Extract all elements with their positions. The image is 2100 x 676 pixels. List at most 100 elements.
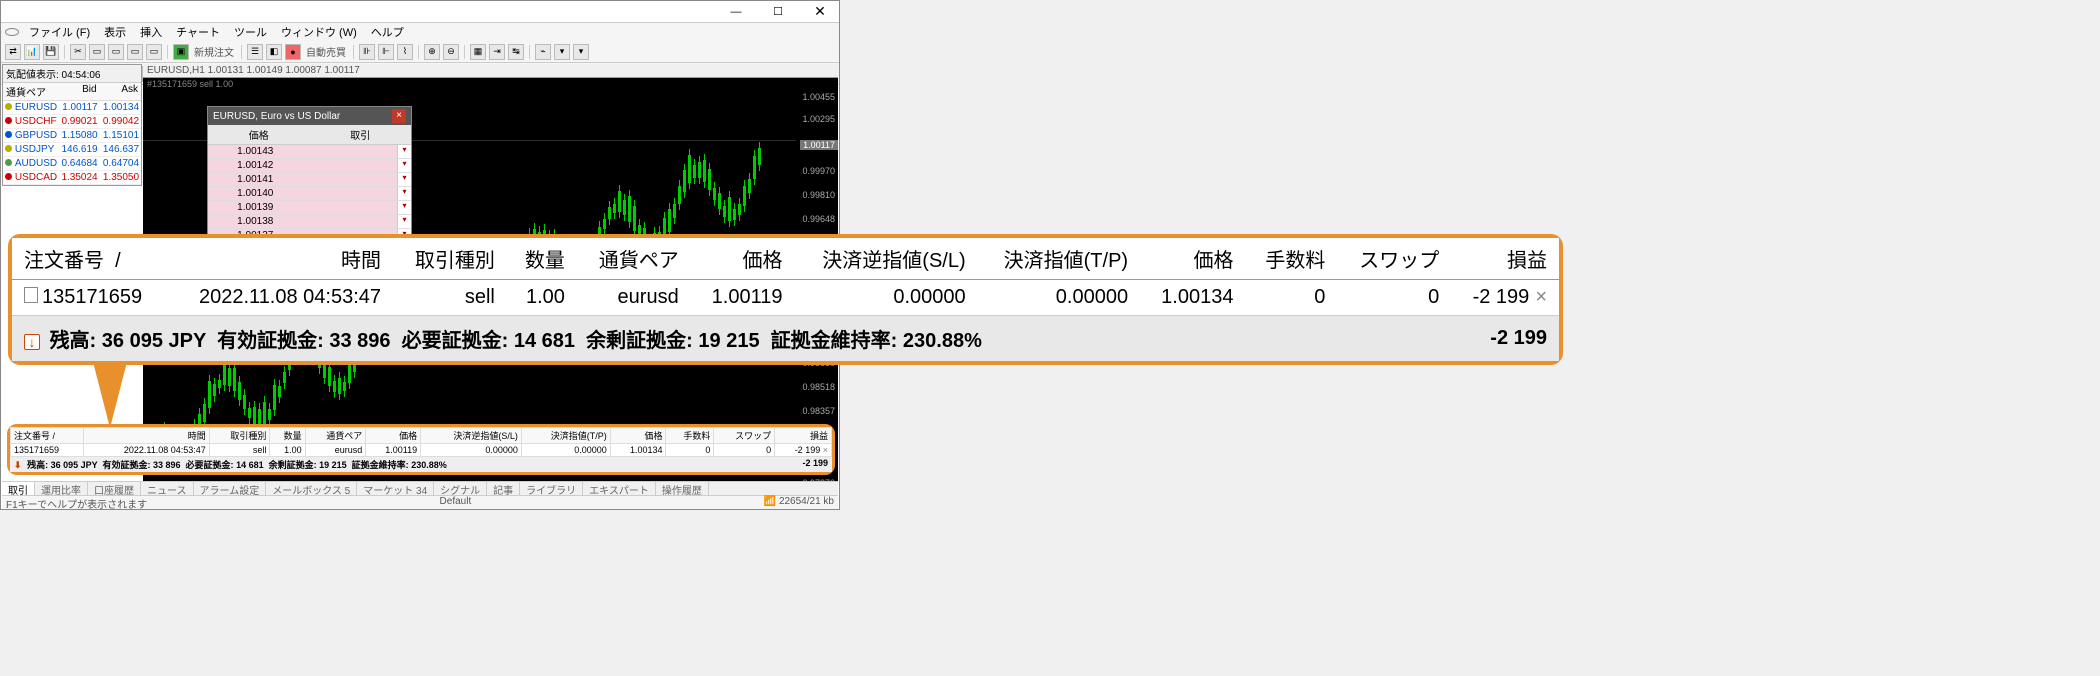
menu-file[interactable]: ファイル (F) [23,24,96,40]
order-row-lg[interactable]: 135171659 2022.11.08 04:53:47 sell 1.00 … [12,280,1559,316]
th-tp-lg[interactable]: 決済指値(T/P) [978,238,1140,280]
tb-autotrade-icon[interactable]: ● [285,44,301,60]
tb-toggle-icon[interactable]: ◧ [266,44,282,60]
menu-insert[interactable]: 挿入 [134,24,168,40]
dom-col-price[interactable]: 価格 [208,125,310,144]
th-vol-lg[interactable]: 数量 [507,238,577,280]
terminal-tab[interactable]: メールボックス 5 [266,482,357,495]
tb-scroll-icon[interactable]: ⇥ [489,44,505,60]
th-sl[interactable]: 決済逆指値(S/L) [421,428,522,444]
terminal-tab[interactable]: ライブラリ [520,482,583,495]
terminal-tab[interactable]: シグナル [434,482,487,495]
th-time-lg[interactable]: 時間 [168,238,394,280]
terminal-tab[interactable]: マーケット 34 [357,482,434,495]
th-order-lg[interactable]: 注文番号 / [12,238,168,280]
menu-chart[interactable]: チャート [170,24,226,40]
th-price1-lg[interactable]: 価格 [691,238,795,280]
menu-view[interactable]: 表示 [98,24,132,40]
th-type[interactable]: 取引種別 [209,428,270,444]
terminal-tab[interactable]: ニュース [141,482,194,495]
terminal-tab[interactable]: 記事 [487,482,520,495]
terminal-tab[interactable]: 運用比率 [35,482,88,495]
tb-order-icon[interactable]: ▣ [173,44,189,60]
new-order-label[interactable]: 新規注文 [192,44,236,59]
tb-cut-icon[interactable]: ✂ [70,44,86,60]
tb-profile-icon[interactable]: ☰ [247,44,263,60]
market-watch-row[interactable]: GBPUSD 1.15080 1.15101 [3,129,141,143]
th-time[interactable]: 時間 [84,428,209,444]
dom-arrow-icon[interactable]: ▾ [397,173,411,186]
autotrade-label[interactable]: 自動売買 [304,44,348,59]
menu-tools[interactable]: ツール [228,24,273,40]
dom-close-button[interactable]: × [392,109,406,123]
th-sl-lg[interactable]: 決済逆指値(S/L) [794,238,977,280]
th-swap[interactable]: スワップ [714,428,775,444]
th-comm[interactable]: 手数料 [666,428,714,444]
tb-doc4-icon[interactable]: ▭ [146,44,162,60]
tb-zoomin-icon[interactable]: ⊕ [424,44,440,60]
close-order-x[interactable]: × [823,445,828,455]
tb-temp-icon[interactable]: ▾ [554,44,570,60]
close-order-button[interactable]: × [1529,286,1547,308]
tb-save-icon[interactable]: 💾 [43,44,59,60]
th-order[interactable]: 注文番号 / [11,428,84,444]
tb-doc2-icon[interactable]: ▭ [108,44,124,60]
th-price1[interactable]: 価格 [366,428,421,444]
market-watch-row[interactable]: USDCAD 1.35024 1.35050 [3,171,141,185]
mw-col-symbol[interactable]: 通貨ペア [3,83,58,100]
mw-col-ask[interactable]: Ask [100,83,141,100]
tb-ind-icon[interactable]: ⌁ [535,44,551,60]
tb-transfer-icon[interactable]: ⇄ [5,44,21,60]
th-symbol[interactable]: 通貨ペア [305,428,366,444]
close-button[interactable]: ✕ [805,3,835,21]
market-watch-row[interactable]: AUDUSD 0.64684 0.64704 [3,157,141,171]
menu-help[interactable]: ヘルプ [365,24,410,40]
th-tp[interactable]: 決済指値(T/P) [521,428,610,444]
terminal-tab[interactable]: エキスパート [583,482,656,495]
market-watch-row[interactable]: USDJPY 146.619 146.637 [3,143,141,157]
menu-window[interactable]: ウィンドウ (W) [275,24,363,40]
th-comm-lg[interactable]: 手数料 [1245,238,1337,280]
terminal-tab[interactable]: アラーム設定 [194,482,267,495]
th-price2[interactable]: 価格 [610,428,666,444]
tb-more-icon[interactable]: ▾ [573,44,589,60]
dom-arrow-icon[interactable]: ▾ [397,215,411,228]
th-pl-lg[interactable]: 損益 [1451,238,1559,280]
th-symbol-lg[interactable]: 通貨ペア [577,238,691,280]
tb-candle-icon[interactable]: ⊪ [359,44,375,60]
order-row[interactable]: 135171659 2022.11.08 04:53:47 sell 1.00 … [11,444,832,457]
maximize-button[interactable]: ☐ [763,3,793,21]
minimize-button[interactable]: — [721,3,751,21]
dom-arrow-icon[interactable]: ▾ [397,159,411,172]
tb-grid-icon[interactable]: ▦ [470,44,486,60]
terminal-tab[interactable]: 操作履歴 [656,482,709,495]
tb-shift-icon[interactable]: ↹ [508,44,524,60]
th-vol[interactable]: 数量 [270,428,305,444]
tb-bar-icon[interactable]: ⊩ [378,44,394,60]
th-swap-lg[interactable]: スワップ [1337,238,1451,280]
th-price2-lg[interactable]: 価格 [1140,238,1245,280]
th-pl[interactable]: 損益 [775,428,832,444]
dom-arrow-icon[interactable]: ▾ [397,187,411,200]
terminal-tab[interactable]: 取引 [2,482,35,495]
terminal-tab[interactable]: 口座履歴 [88,482,141,495]
dom-row[interactable]: 1.00140 ▾ [208,187,411,201]
tb-line-icon[interactable]: ⌇ [397,44,413,60]
dom-row[interactable]: 1.00141 ▾ [208,173,411,187]
dom-row[interactable]: 1.00138 ▾ [208,215,411,229]
market-watch-row[interactable]: USDCHF 0.99021 0.99042 [3,115,141,129]
tb-doc3-icon[interactable]: ▭ [127,44,143,60]
cell-symbol: eurusd [305,444,366,457]
dom-col-trade[interactable]: 取引 [310,125,412,144]
tb-zoomout-icon[interactable]: ⊖ [443,44,459,60]
dom-arrow-icon[interactable]: ▾ [397,201,411,214]
th-type-lg[interactable]: 取引種別 [393,238,507,280]
dom-row[interactable]: 1.00143 ▾ [208,145,411,159]
dom-row[interactable]: 1.00142 ▾ [208,159,411,173]
tb-doc-icon[interactable]: ▭ [89,44,105,60]
dom-arrow-icon[interactable]: ▾ [397,145,411,158]
dom-row[interactable]: 1.00139 ▾ [208,201,411,215]
mw-col-bid[interactable]: Bid [58,83,99,100]
market-watch-row[interactable]: EURUSD 1.00117 1.00134 [3,101,141,115]
tb-chart-icon[interactable]: 📊 [24,44,40,60]
